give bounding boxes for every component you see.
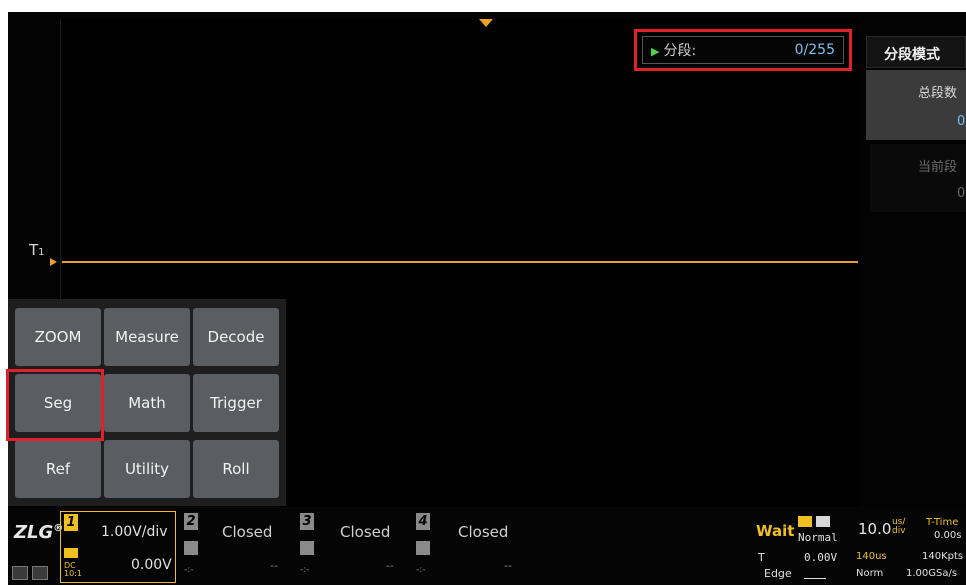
roll-button[interactable]: Roll [193,440,279,498]
timebase-unit-bottom: div [892,526,906,536]
channel2-coupling: -:- [184,565,194,575]
trigger-status-panel[interactable]: Wait Normal T 0.00V Edge [754,512,848,584]
channel3-status: Closed [340,523,391,541]
zoom-button[interactable]: ZOOM [15,308,101,366]
trigger-edge-label: Edge [764,567,792,580]
record-points: 140Kpts [922,551,964,562]
channel3-offset: -- [386,559,394,572]
channel3-number: 3 [300,513,314,530]
timebase-panel[interactable]: 10.0 us/ div T-Time 0.00s 140us 140Kpts … [852,512,966,584]
timebase-value: 10.0 [858,520,892,538]
network-icon [32,566,48,580]
channel2-panel[interactable]: 2 Closed -- -:- [182,511,292,583]
channel2-coupling-icon [184,541,198,555]
side-menu-item-value: 0 [957,186,966,201]
seg-button-highlight [6,369,104,441]
rising-edge-icon [804,570,826,579]
side-menu-item-total-segments[interactable]: 总段数 0 [866,70,966,140]
trigger-type: T [758,551,765,564]
channel1-offset: 0.00V [131,557,172,573]
channel1-probe: 10:1 [64,569,82,578]
side-menu-item-value: 0 [957,114,966,129]
sample-rate: 1.00GSa/s [906,568,958,579]
channel4-offset: -- [504,559,512,572]
trigger-level-label: T1 [29,241,45,259]
play-icon: ▶ [651,45,660,58]
segment-label: 分段: [663,43,697,59]
channel1-scale: 1.00V/div [101,524,168,540]
side-menu-item-label: 当前段 [918,160,958,175]
trigger-source-icon [798,516,812,527]
channel1-trace [62,261,858,263]
channel4-number: 4 [416,513,430,530]
side-menu-item-current-segment[interactable]: 当前段 0 [870,144,966,212]
trigger-time-label: T-Time [926,517,959,528]
trigger-level: 0.00V [804,551,838,564]
channel2-number: 2 [184,513,198,530]
channel1-number: 1 [64,514,78,531]
decode-button[interactable]: Decode [193,308,279,366]
channel4-panel[interactable]: 4 Closed -- -:- [414,511,528,583]
trigger-mode: Normal [798,531,838,544]
trigger-level-arrow-icon[interactable] [50,258,57,266]
trigger-coupling-icon [816,516,830,527]
channel4-coupling: -:- [416,565,426,575]
brand-logo: ZLG® [14,522,64,543]
side-menu-item-label: 总段数 [918,86,958,101]
segment-readout[interactable]: ▶ 分段: 0/255 [642,36,844,64]
channel2-offset: -- [270,559,278,572]
trigger-sweep-mode: Norm [856,568,884,579]
trigger-position-marker[interactable] [479,19,493,27]
channel1-panel[interactable]: 1 1.00V/div 0.00V DC 10:1 [60,511,176,583]
trigger-time-value: 0.00s [934,530,962,541]
channel3-panel[interactable]: 3 Closed -- -:- [298,511,408,583]
ref-button[interactable]: Ref [15,440,101,498]
side-menu-title: 分段模式 [866,36,966,68]
measure-button[interactable]: Measure [104,308,190,366]
channel1-coupling-icon [64,548,78,558]
trigger-button[interactable]: Trigger [193,374,279,432]
channel2-status: Closed [222,523,273,541]
segment-value: 0/255 [794,42,835,58]
math-button[interactable]: Math [104,374,190,432]
channel4-status: Closed [458,523,509,541]
record-time: 140us [856,551,887,562]
acquisition-state: Wait [756,522,795,540]
channel3-coupling-icon [300,541,314,555]
usb-icon [12,566,28,580]
channel4-coupling-icon [416,541,430,555]
utility-button[interactable]: Utility [104,440,190,498]
channel3-coupling: -:- [300,565,310,575]
